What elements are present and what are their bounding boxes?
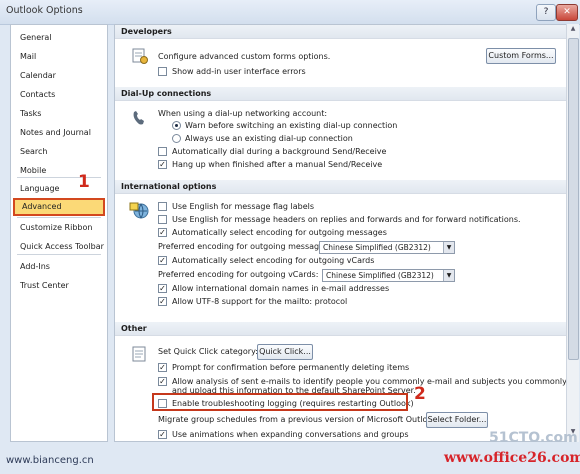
english-headers-label: Use English for message headers on repli… <box>172 215 521 224</box>
auto-vcards-checkbox[interactable]: ✓ <box>158 256 167 265</box>
annotation-marker-2: 2 <box>414 384 426 404</box>
annotation-marker-1: 1 <box>78 172 90 192</box>
show-addin-errors-label: Show add-in user interface errors <box>172 67 306 76</box>
custom-forms-icon <box>132 48 148 64</box>
intl-domain-checkbox[interactable]: ✓ <box>158 284 167 293</box>
auto-dial-label: Automatically dial during a background S… <box>172 147 387 156</box>
other-options-icon <box>132 346 146 362</box>
quick-click-button[interactable]: Quick Click... <box>257 344 313 360</box>
scroll-up-icon[interactable]: ▲ <box>568 25 578 37</box>
dropdown-arrow-icon: ▼ <box>443 242 454 253</box>
nav-separator <box>17 217 101 218</box>
pref-encoding-label: Preferred encoding for outgoing messages… <box>158 242 331 251</box>
warn-before-label: Warn before switching an existing dial-u… <box>185 121 398 130</box>
dropdown-arrow-icon: ▼ <box>443 270 454 281</box>
always-use-label: Always use an existing dial-up connectio… <box>185 134 353 143</box>
configure-forms-text: Configure advanced custom forms options. <box>158 52 331 61</box>
custom-forms-button[interactable]: Custom Forms... <box>486 48 556 64</box>
nav-item-tasks[interactable]: Tasks <box>11 105 107 123</box>
analysis-checkbox[interactable]: ✓ <box>158 377 167 386</box>
section-header-other: Other <box>115 322 567 336</box>
title-bar: Outlook Options ? ✕ <box>0 0 580 25</box>
analysis-label-line1: Allow analysis of sent e-mails to identi… <box>172 377 568 386</box>
animations-label: Use animations when expanding conversati… <box>172 430 409 439</box>
pref-vcards-value: Chinese Simplified (GB2312) <box>326 271 434 280</box>
warn-before-radio[interactable] <box>172 121 181 130</box>
phone-icon <box>133 111 144 125</box>
pref-encoding-value: Chinese Simplified (GB2312) <box>323 243 431 252</box>
nav-item-notes-and-journal[interactable]: Notes and Journal <box>11 124 107 142</box>
international-options-icon <box>129 202 149 219</box>
vertical-scrollbar[interactable]: ▲ ▼ <box>566 24 579 442</box>
auto-dial-checkbox[interactable] <box>158 147 167 156</box>
nav-separator <box>17 254 101 255</box>
navigation-pane: General Mail Calendar Contacts Tasks Not… <box>10 24 108 442</box>
quick-click-label: Set Quick Click category: <box>158 347 258 356</box>
section-header-developers: Developers <box>115 25 567 39</box>
auto-vcards-label: Automatically select encoding for outgoi… <box>172 256 375 265</box>
pref-vcards-select[interactable]: Chinese Simplified (GB2312) ▼ <box>322 269 455 282</box>
options-content: Developers Configure advanced custom for… <box>114 24 568 442</box>
english-flags-checkbox[interactable] <box>158 202 167 211</box>
section-header-dialup: Dial-Up connections <box>115 87 567 101</box>
animations-checkbox[interactable]: ✓ <box>158 430 167 439</box>
nav-item-contacts[interactable]: Contacts <box>11 86 107 104</box>
highlight-box <box>152 393 408 411</box>
nav-item-general[interactable]: General <box>11 29 107 47</box>
nav-item-mail[interactable]: Mail <box>11 48 107 66</box>
watermark-right-top: 51CTO.com <box>489 430 578 446</box>
auto-encoding-checkbox[interactable]: ✓ <box>158 228 167 237</box>
hang-up-checkbox[interactable]: ✓ <box>158 160 167 169</box>
pref-encoding-select[interactable]: Chinese Simplified (GB2312) ▼ <box>319 241 455 254</box>
select-folder-button[interactable]: Select Folder... <box>426 412 488 428</box>
intl-domain-label: Allow international domain names in e-ma… <box>172 284 390 293</box>
nav-item-trust-center[interactable]: Trust Center <box>11 277 107 295</box>
prompt-delete-label: Prompt for confirmation before permanent… <box>172 363 410 372</box>
prompt-delete-checkbox[interactable]: ✓ <box>158 363 167 372</box>
nav-item-customize-ribbon[interactable]: Customize Ribbon <box>11 219 107 237</box>
section-header-international: International options <box>115 180 567 194</box>
nav-item-language[interactable]: Language <box>11 180 107 198</box>
help-button[interactable]: ? <box>536 4 556 21</box>
hang-up-label: Hang up when finished after a manual Sen… <box>172 160 383 169</box>
scroll-thumb[interactable] <box>568 38 579 360</box>
nav-item-search[interactable]: Search <box>11 143 107 161</box>
window-title: Outlook Options <box>6 5 83 16</box>
english-flags-label: Use English for message flag labels <box>172 202 315 211</box>
close-button[interactable]: ✕ <box>556 4 578 21</box>
nav-item-calendar[interactable]: Calendar <box>11 67 107 85</box>
utf8-mailto-checkbox[interactable]: ✓ <box>158 297 167 306</box>
watermark-right: www.office26.com <box>444 450 580 466</box>
show-addin-errors-checkbox[interactable] <box>158 67 167 76</box>
utf8-mailto-label: Allow UTF-8 support for the mailto: prot… <box>172 297 348 306</box>
auto-encoding-label: Automatically select encoding for outgoi… <box>172 228 387 237</box>
english-headers-checkbox[interactable] <box>158 215 167 224</box>
always-use-radio[interactable] <box>172 134 181 143</box>
pref-vcards-label: Preferred encoding for outgoing vCards: <box>158 270 319 279</box>
when-using-label: When using a dial-up networking account: <box>158 109 328 118</box>
nav-item-add-ins[interactable]: Add-Ins <box>11 258 107 276</box>
watermark-left: www.bianceng.cn <box>6 455 94 466</box>
migrate-label: Migrate group schedules from a previous … <box>158 415 440 424</box>
nav-item-advanced[interactable]: Advanced <box>13 198 105 216</box>
